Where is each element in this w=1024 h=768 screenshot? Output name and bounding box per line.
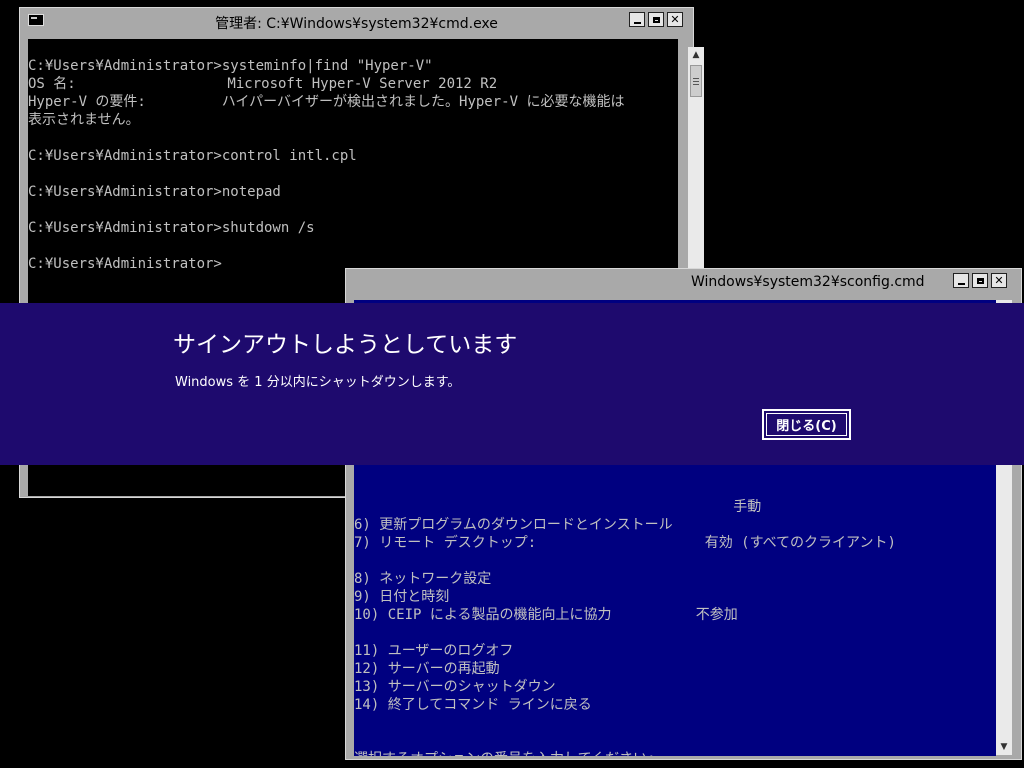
sconfig-window-title: Windows¥system32¥sconfig.cmd: [691, 274, 925, 290]
console-line: C:¥Users¥Administrator>control intl.cpl: [28, 148, 357, 164]
maximize-button[interactable]: [972, 273, 988, 288]
console-line: 7) リモート デスクトップ: 有効 (すべてのクライアント): [354, 535, 896, 551]
console-line: C:¥Users¥Administrator>notepad: [28, 184, 281, 200]
maximize-button[interactable]: [648, 12, 664, 27]
console-line: OS 名: Microsoft Hyper-V Server 2012 R2: [28, 76, 498, 92]
cmd-scroll-thumb[interactable]: [690, 65, 702, 97]
console-line: 11) ユーザーのログオフ: [354, 643, 514, 659]
console-line: C:¥Users¥Administrator>shutdown /s: [28, 220, 315, 236]
scroll-down-icon[interactable]: ▼: [996, 739, 1012, 755]
signout-message: Windows を 1 分以内にシャットダウンします。: [175, 375, 461, 390]
close-icon: ✕: [994, 274, 1004, 287]
cmd-titlebar[interactable]: 管理者: C:¥Windows¥system32¥cmd.exe ✕: [20, 8, 693, 34]
signout-heading: サインアウトしようとしています: [173, 332, 518, 358]
cmd-window-title: 管理者: C:¥Windows¥system32¥cmd.exe: [215, 16, 498, 32]
sconfig-window-controls: ✕: [953, 273, 1007, 288]
close-button[interactable]: ✕: [667, 12, 683, 27]
minimize-button[interactable]: [953, 273, 969, 288]
console-line: 9) 日付と時刻: [354, 589, 450, 605]
console-line: 選択するオプションの番号を入力してください:: [354, 750, 996, 756]
console-line: 手動: [354, 499, 762, 515]
cmd-window-controls: ✕: [629, 12, 683, 27]
sconfig-titlebar[interactable]: Windows¥system32¥sconfig.cmd ✕: [346, 269, 1021, 295]
minimize-button[interactable]: [629, 12, 645, 27]
console-line: 6) 更新プログラムのダウンロードとインストール: [354, 517, 673, 533]
maximize-icon: [976, 277, 984, 284]
minimize-icon: [957, 282, 965, 285]
signout-dialog: サインアウトしようとしています Windows を 1 分以内にシャットダウンし…: [0, 303, 1024, 465]
scroll-up-icon[interactable]: ▲: [688, 47, 704, 63]
console-line: 10) CEIP による製品の機能向上に協力 不参加: [354, 607, 738, 623]
close-dialog-button[interactable]: 閉じる(C): [762, 409, 851, 440]
console-line: 13) サーバーのシャットダウン: [354, 679, 556, 695]
console-line: 14) 終了してコマンド ラインに戻る: [354, 697, 592, 713]
console-line: 12) サーバーの再起動: [354, 661, 500, 677]
console-line: 8) ネットワーク設定: [354, 571, 492, 587]
close-button[interactable]: ✕: [991, 273, 1007, 288]
close-icon: ✕: [670, 13, 680, 26]
console-line: C:¥Users¥Administrator>systeminfo|find "…: [28, 58, 433, 74]
minimize-icon: [633, 21, 641, 24]
console-line: Hyper-V の要件: ハイパーバイザーが検出されました。Hyper-V に必…: [28, 94, 625, 110]
maximize-icon: [652, 16, 660, 23]
console-line: 表示されません。: [28, 112, 140, 128]
